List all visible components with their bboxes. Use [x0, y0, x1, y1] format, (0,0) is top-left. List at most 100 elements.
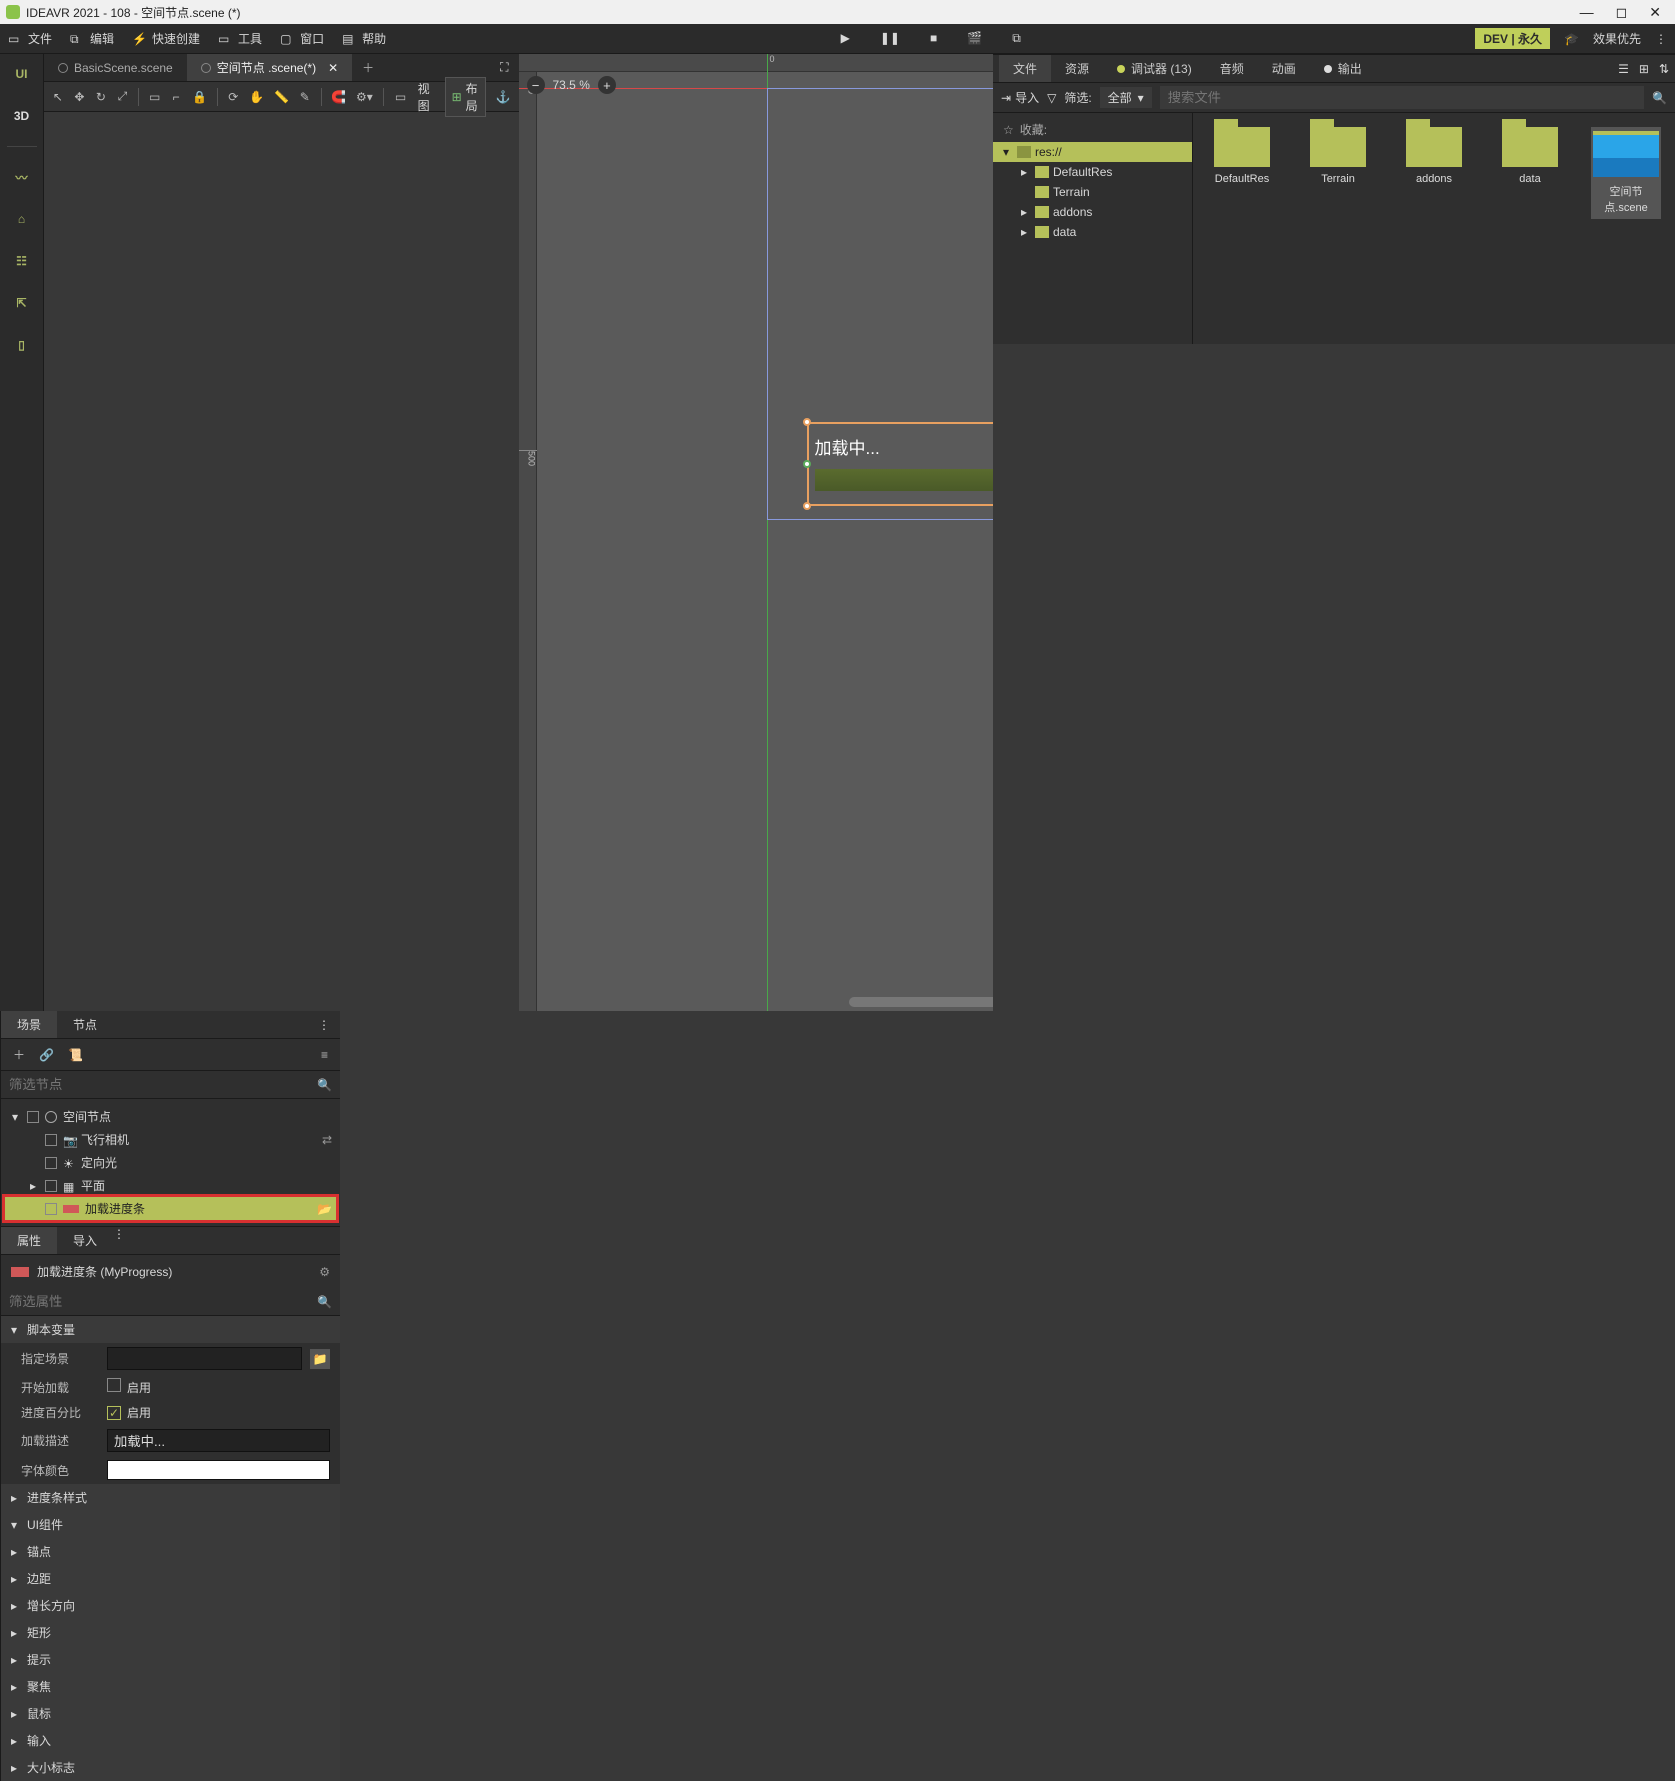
- tab-close-icon[interactable]: ✕: [328, 61, 338, 75]
- open-script-icon[interactable]: 📂: [317, 1202, 332, 1216]
- panel-menu-icon[interactable]: ⋮: [308, 1011, 340, 1038]
- grid-folder-terrain[interactable]: Terrain: [1303, 127, 1373, 185]
- desc-input[interactable]: [107, 1429, 330, 1452]
- filter-dropdown[interactable]: 全部▾: [1100, 87, 1152, 108]
- group-size[interactable]: ▸大小标志: [1, 1754, 340, 1781]
- node-filter-input[interactable]: [9, 1077, 317, 1092]
- pan-tool-icon[interactable]: ✋: [249, 87, 264, 107]
- pause-button[interactable]: ❚❚: [880, 31, 900, 46]
- file-search-input[interactable]: [1160, 86, 1644, 109]
- play-button[interactable]: ▶: [841, 31, 850, 46]
- folder-picker-icon[interactable]: 📁: [310, 1349, 330, 1369]
- group-hint[interactable]: ▸提示: [1, 1646, 340, 1673]
- zoom-in-button[interactable]: +: [598, 76, 616, 94]
- group-cursor[interactable]: ▸鼠标: [1, 1700, 340, 1727]
- anchor-tool-icon[interactable]: ⌐: [170, 87, 182, 107]
- rect-tool-icon[interactable]: ▭: [149, 87, 161, 107]
- group-margin[interactable]: ▸边距: [1, 1565, 340, 1592]
- grid-folder-defaultres[interactable]: DefaultRes: [1207, 127, 1277, 185]
- node-root[interactable]: ▾空间节点: [5, 1105, 336, 1128]
- link-icon[interactable]: 🔗: [39, 1048, 54, 1062]
- node-plane[interactable]: ▸▦平面: [5, 1174, 336, 1197]
- search-icon[interactable]: 🔍: [317, 1078, 332, 1092]
- tree-terrain[interactable]: Terrain: [993, 182, 1192, 202]
- sort-icon[interactable]: ⇅: [1659, 62, 1669, 76]
- anchor-icon[interactable]: ⚓: [496, 87, 511, 107]
- rail-asset-icon[interactable]: ⌂: [7, 207, 37, 231]
- menu-help[interactable]: ▤帮助: [342, 30, 386, 47]
- menu-quick-create[interactable]: ⚡快速创建: [132, 30, 200, 47]
- tree-data[interactable]: ▸data: [993, 222, 1192, 242]
- menu-window[interactable]: ▢窗口: [280, 30, 324, 47]
- group-anchor[interactable]: ▸锚点: [1, 1538, 340, 1565]
- grid-folder-addons[interactable]: addons: [1399, 127, 1469, 185]
- rtab-node[interactable]: 节点: [57, 1011, 113, 1038]
- maximize-button[interactable]: ◻: [1616, 4, 1628, 21]
- tree-root[interactable]: ▾res://: [993, 142, 1192, 162]
- group-script-vars[interactable]: ▾脚本变量: [1, 1316, 340, 1343]
- visibility-icon[interactable]: [45, 1157, 57, 1169]
- prop-menu-icon[interactable]: ⋮: [113, 1227, 125, 1254]
- btab-output[interactable]: 输出: [1310, 55, 1376, 82]
- percent-checkbox[interactable]: ✓: [107, 1406, 121, 1420]
- ruler-tool-icon[interactable]: 📏: [274, 87, 289, 107]
- search-icon[interactable]: 🔍: [1652, 91, 1667, 105]
- grid-folder-data[interactable]: data: [1495, 127, 1565, 185]
- group-grow[interactable]: ▸增长方向: [1, 1592, 340, 1619]
- expand-viewport-button[interactable]: ⛶: [490, 60, 518, 75]
- visibility-icon[interactable]: [45, 1180, 57, 1192]
- tab-active-scene[interactable]: 空间节点 .scene(*)✕: [187, 54, 352, 81]
- script-icon[interactable]: 📜: [68, 1048, 83, 1062]
- add-node-icon[interactable]: ＋: [13, 1046, 25, 1063]
- btab-debugger[interactable]: 调试器 (13): [1103, 55, 1206, 82]
- scale-tool-icon[interactable]: ⤢: [117, 87, 129, 107]
- group-focus[interactable]: ▸聚焦: [1, 1673, 340, 1700]
- node-light[interactable]: ☀定向光: [5, 1151, 336, 1174]
- mode-3d-button[interactable]: 3D: [7, 104, 37, 128]
- rotate-tool-icon[interactable]: ↻: [95, 87, 107, 107]
- rail-db-icon[interactable]: ☷: [7, 249, 37, 273]
- menu-file[interactable]: ▭文件: [8, 30, 52, 47]
- node-progress-bar[interactable]: 加载进度条📂: [5, 1197, 336, 1220]
- viewport[interactable]: 0 500 1000 0 500 − 73.5 % + 加载中... 0%: [519, 54, 994, 1011]
- rail-curve-icon[interactable]: 〰: [7, 165, 37, 189]
- node-extra-icon[interactable]: ⇄: [322, 1133, 332, 1147]
- tree-defaultres[interactable]: ▸DefaultRes: [993, 162, 1192, 182]
- group-rect[interactable]: ▸矩形: [1, 1619, 340, 1646]
- group-uicomp[interactable]: ▾UI组件: [1, 1511, 340, 1538]
- visibility-icon[interactable]: [45, 1134, 57, 1146]
- visibility-icon[interactable]: [45, 1203, 57, 1215]
- menu-more-icon[interactable]: ⋮: [1655, 32, 1667, 46]
- btab-audio[interactable]: 音频: [1206, 55, 1258, 82]
- ptab-attr[interactable]: 属性: [1, 1227, 57, 1254]
- start-load-checkbox[interactable]: [107, 1378, 121, 1392]
- import-button[interactable]: ⇥导入: [1001, 89, 1039, 106]
- zoom-level[interactable]: 73.5 %: [553, 78, 590, 92]
- grid-view-icon[interactable]: ⊞: [1639, 62, 1649, 76]
- minimize-button[interactable]: —: [1580, 4, 1594, 21]
- scene-path-input[interactable]: [107, 1347, 302, 1370]
- move-tool-icon[interactable]: ✥: [74, 87, 86, 107]
- group-style[interactable]: ▸进度条样式: [1, 1484, 340, 1511]
- ptab-import[interactable]: 导入: [57, 1227, 113, 1254]
- handle-ml[interactable]: [803, 460, 811, 468]
- camera-icon[interactable]: ▭: [393, 87, 407, 107]
- node-camera[interactable]: 📷飞行相机⇄: [5, 1128, 336, 1151]
- lock-tool-icon[interactable]: 🔒: [192, 87, 207, 107]
- property-filter-input[interactable]: [9, 1294, 317, 1309]
- select-tool-icon[interactable]: ↖: [52, 87, 64, 107]
- snap-options-icon[interactable]: ⚙▾: [356, 87, 373, 107]
- btab-file[interactable]: 文件: [999, 55, 1051, 82]
- search-icon[interactable]: 🔍: [317, 1295, 332, 1309]
- play-custom-button[interactable]: ⧉: [1012, 31, 1021, 46]
- layout-button[interactable]: ⊞布局: [445, 77, 486, 117]
- menu-edit[interactable]: ⧉编辑: [70, 30, 114, 47]
- handle-bl[interactable]: [803, 502, 811, 510]
- tree-menu-icon[interactable]: ≡: [321, 1048, 328, 1062]
- selection-box[interactable]: [807, 422, 994, 506]
- handle-tl[interactable]: [803, 418, 811, 426]
- tab-basicscene[interactable]: BasicScene.scene: [44, 54, 187, 81]
- btab-anim[interactable]: 动画: [1258, 55, 1310, 82]
- btab-resource[interactable]: 资源: [1051, 55, 1103, 82]
- play-scene-button[interactable]: 🎬: [967, 31, 982, 46]
